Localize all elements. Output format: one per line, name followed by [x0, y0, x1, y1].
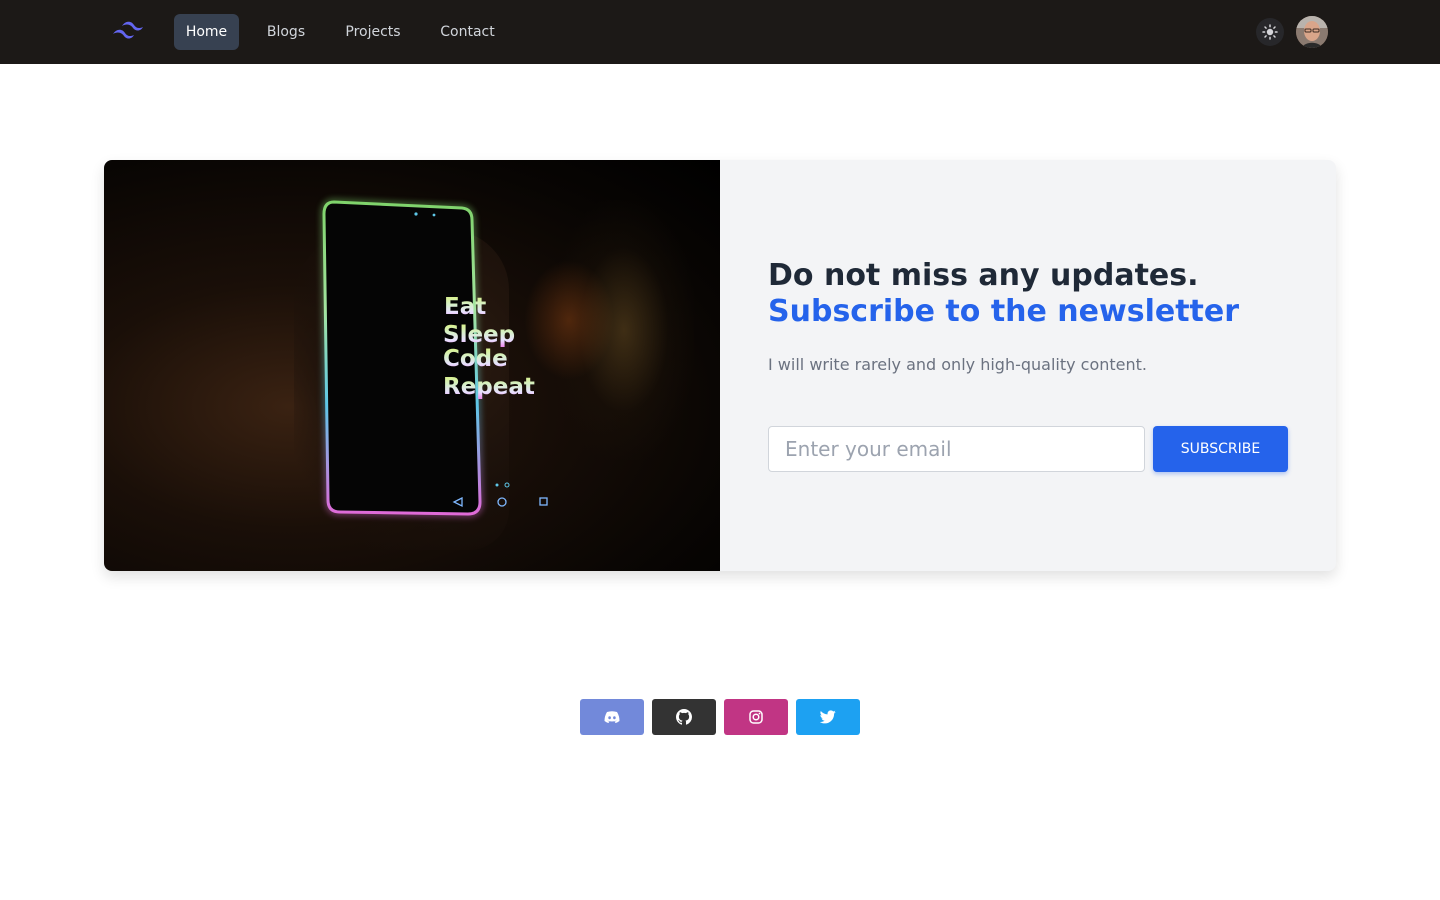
- newsletter-panel: Do not miss any updates. Subscribe to th…: [720, 160, 1336, 571]
- nav-contact[interactable]: Contact: [428, 14, 507, 50]
- instagram-icon: [749, 710, 763, 724]
- sun-icon: [1262, 24, 1278, 40]
- theme-toggle-button[interactable]: [1256, 18, 1284, 46]
- phone-eat-sleep-code-repeat-photo: Eat Sleep Code Repeat: [104, 160, 720, 571]
- logo-icon[interactable]: [112, 20, 150, 44]
- headline-accent: Subscribe to the newsletter: [768, 294, 1240, 329]
- nav-projects[interactable]: Projects: [333, 14, 413, 50]
- instagram-button[interactable]: [724, 699, 788, 735]
- discord-button[interactable]: [580, 699, 644, 735]
- discord-icon: [604, 711, 620, 723]
- headline: Do not miss any updates.: [768, 258, 1199, 293]
- phone-illustration: Eat Sleep Code Repeat: [319, 197, 548, 519]
- twitter-button[interactable]: [796, 699, 860, 735]
- phone-text-sleep: Sleep: [443, 322, 515, 348]
- user-avatar[interactable]: [1296, 16, 1328, 48]
- phone-text-code: Code: [443, 346, 508, 372]
- subscribe-button[interactable]: SUBSCRIBE: [1153, 426, 1288, 472]
- email-input[interactable]: [768, 426, 1145, 472]
- newsletter-subtext: I will write rarely and only high-qualit…: [768, 355, 1148, 374]
- nav-blogs[interactable]: Blogs: [255, 14, 317, 50]
- newsletter-card: Eat Sleep Code Repeat Do not miss any up…: [104, 160, 1336, 571]
- nav-home[interactable]: Home: [174, 14, 239, 50]
- phone-text-eat: Eat: [444, 294, 486, 320]
- phone-text-repeat: Repeat: [443, 374, 535, 400]
- twitter-icon: [820, 710, 836, 724]
- github-icon: [676, 709, 692, 725]
- github-button[interactable]: [652, 699, 716, 735]
- avatar-face-icon: [1296, 16, 1328, 48]
- navbar: Home Blogs Projects Contact: [0, 0, 1440, 64]
